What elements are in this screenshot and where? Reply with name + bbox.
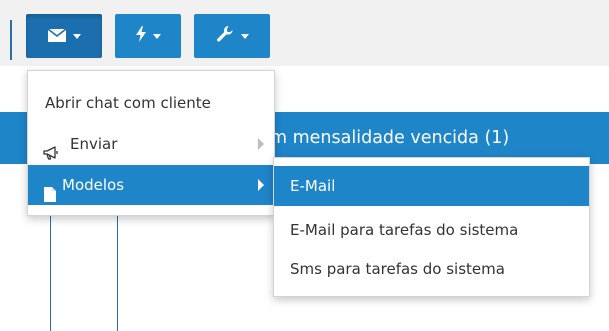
menu-item-open-chat[interactable]: Abrir chat com cliente <box>28 83 274 123</box>
document-icon <box>44 177 56 217</box>
menu-item-label: Enviar <box>70 135 118 153</box>
submenu-item-email[interactable]: E-Mail <box>274 166 589 206</box>
submenu-item-label: E-Mail <box>290 177 336 195</box>
toolbar-divider <box>10 20 12 60</box>
dropdown-menu: Abrir chat com cliente Enviar Modelos <box>27 70 275 216</box>
wrench-icon <box>216 25 234 47</box>
submenu-item-email-system-tasks[interactable]: E-Mail para tarefas do sistema <box>274 210 589 250</box>
templates-submenu: E-Mail E-Mail para tarefas do sistema Sm… <box>273 157 590 297</box>
menu-item-templates[interactable]: Modelos <box>28 165 274 205</box>
actions-dropdown-button[interactable] <box>115 14 181 58</box>
caret-down-icon <box>152 33 161 39</box>
caret-down-icon <box>72 33 81 39</box>
email-dropdown-button[interactable] <box>26 14 102 58</box>
bolt-icon <box>135 26 146 46</box>
menu-item-label: Abrir chat com cliente <box>45 94 211 112</box>
submenu-item-sms-system-tasks[interactable]: Sms para tarefas do sistema <box>274 249 589 289</box>
tools-dropdown-button[interactable] <box>194 14 270 58</box>
caret-down-icon <box>240 33 249 39</box>
menu-item-label: Modelos <box>62 176 125 194</box>
envelope-icon <box>47 27 66 46</box>
caret-right-icon <box>258 138 264 150</box>
caret-right-icon <box>258 179 264 191</box>
menu-item-send[interactable]: Enviar <box>28 124 274 164</box>
submenu-item-label: E-Mail para tarefas do sistema <box>290 221 519 239</box>
submenu-item-label: Sms para tarefas do sistema <box>290 260 505 278</box>
